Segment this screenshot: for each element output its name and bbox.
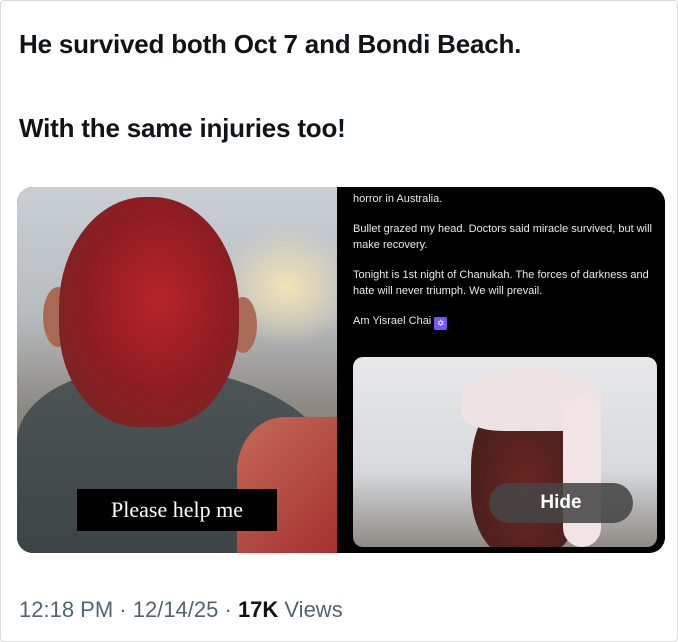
side-bandage bbox=[563, 397, 601, 547]
bandaged-man-photo: Hide bbox=[353, 357, 657, 547]
am-yisrael-chai-text: Am Yisrael Chai bbox=[353, 315, 432, 327]
post-date[interactable]: 12/14/25 bbox=[133, 597, 219, 622]
post-text-line-2: With the same injuries too! bbox=[19, 113, 346, 143]
post-card: He survived both Oct 7 and Bondi Beach. … bbox=[0, 0, 678, 642]
post-time[interactable]: 12:18 PM bbox=[19, 597, 113, 622]
media-image-left[interactable]: Please help me bbox=[17, 187, 337, 553]
post-metadata: 12:18 PM · 12/14/25 · 17K Views bbox=[19, 597, 343, 623]
star-of-david-icon: ✡ bbox=[434, 317, 448, 330]
views-label: Views bbox=[278, 597, 343, 622]
separator-dot: · bbox=[113, 597, 133, 622]
media-grid: Please help me horror in Australia. Bull… bbox=[17, 187, 665, 553]
screenshot-paragraph: Tonight is 1st night of Chanukah. The fo… bbox=[353, 269, 649, 297]
media-image-right[interactable]: horror in Australia. Bullet grazed my he… bbox=[345, 187, 665, 553]
screenshot-post-text: horror in Australia. Bullet grazed my he… bbox=[353, 191, 657, 344]
separator-dot: · bbox=[218, 597, 238, 622]
screenshot-paragraph: horror in Australia. bbox=[353, 193, 443, 205]
bloodied-head bbox=[59, 197, 239, 427]
hide-button[interactable]: Hide bbox=[489, 483, 633, 523]
screenshot-paragraph: Bullet grazed my head. Doctors said mira… bbox=[353, 223, 652, 251]
views-count[interactable]: 17K bbox=[238, 597, 278, 622]
screenshot-paragraph: Am Yisrael Chai ✡ bbox=[353, 313, 657, 330]
post-text-line-1: He survived both Oct 7 and Bondi Beach. bbox=[19, 29, 522, 59]
raised-arm bbox=[237, 417, 337, 553]
image-caption: Please help me bbox=[77, 489, 277, 531]
